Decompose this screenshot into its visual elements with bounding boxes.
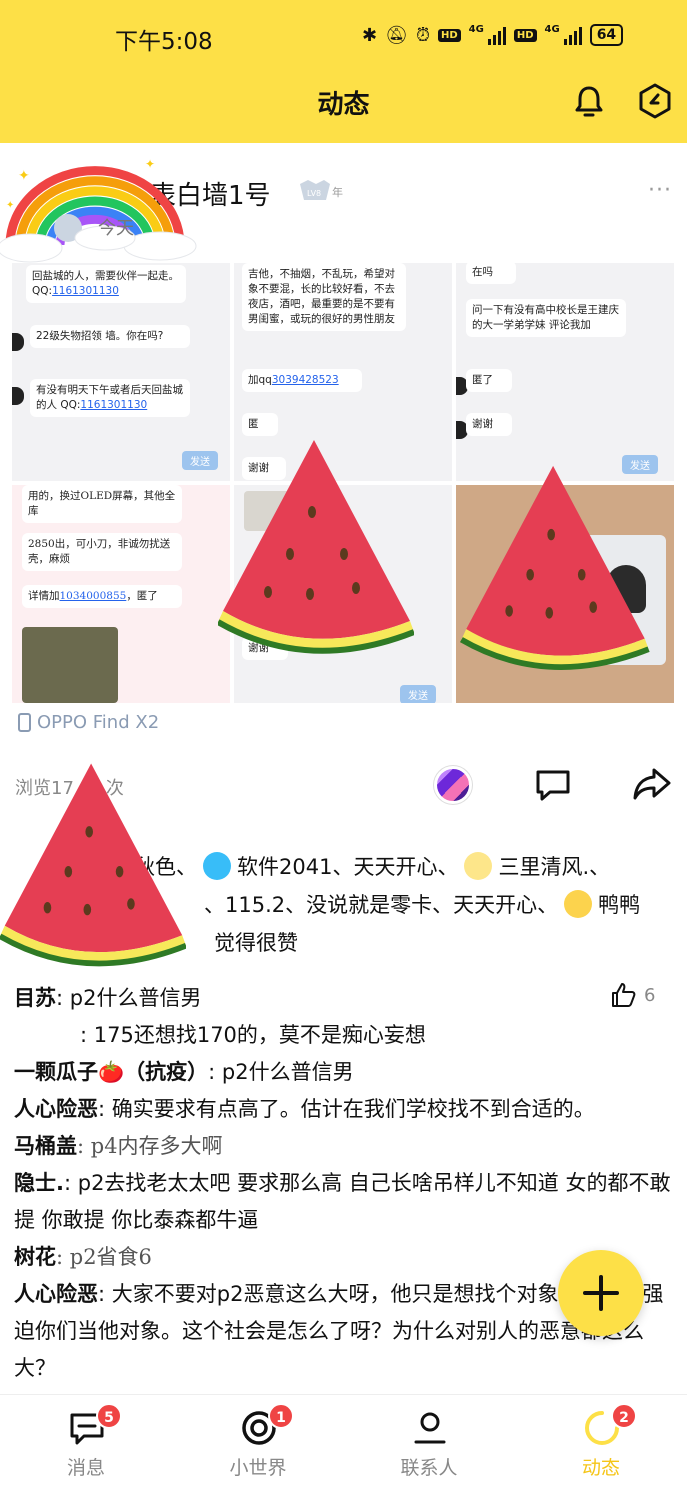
chat-bubble: 加qq3039428523 [242,369,362,392]
comment-item[interactable]: 马桶盖: p4内存多大啊 [14,1128,676,1165]
chat-bubble: 谢谢 [466,413,512,436]
post-image-4[interactable]: 用的，换过OLED屏幕，其他全库 2850出，可小刀，非诚勿扰送壳，麻烦 详情加… [12,485,230,703]
bluetooth-icon: ✱ [362,24,378,46]
bell-icon[interactable] [572,84,606,118]
send-button: 发送 [400,685,436,703]
post-image-3[interactable]: 在吗 问一下有没有高中校长是王建庆的大一学弟学妹 评论我加 匿了 谢谢 发送 [456,263,674,481]
signal-icon [487,25,506,45]
plus-icon [583,1275,619,1311]
chat-bubble: 匿 [242,413,278,436]
hexagon-check-icon[interactable] [638,83,672,119]
nav-contacts[interactable]: 联系人 [369,1395,489,1489]
status-icons: ✱ 🔕︎ ⏰︎ HD 4G HD 4G 64 [362,24,624,46]
app-header: 下午5:08 ✱ 🔕︎ ⏰︎ HD 4G HD 4G 64 动态 [0,0,687,143]
chat-bubble: 匿了 [466,369,512,392]
signal-icon-2 [563,25,582,45]
svg-text:LV8: LV8 [307,189,321,198]
avatar[interactable] [464,852,493,880]
watermelon-sticker [0,763,186,967]
chat-bubble: 在吗 [466,263,516,284]
chat-bubble: 回盐城的人，需要伙伴一起走。 QQ:1161301130 [26,265,186,303]
svg-text:年: 年 [332,185,343,199]
network-type: 4G [468,24,484,35]
nav-label: 消息 [66,1457,105,1479]
comment-item[interactable]: 目苏: p2什么普信男 [14,980,676,1017]
device-label: OPPO Find X2 [18,712,159,733]
comment-item[interactable]: : 175还想找170的，莫不是痴心妄想 [14,1017,676,1054]
nav-feed[interactable]: 2 动态 [541,1395,661,1489]
post-time: 今天 [98,218,134,239]
level-badge: LV8 年 [300,180,343,200]
comment-item[interactable]: 人心险恶: 确实要求有点高了。估计在我们学校找不到合适的。 [14,1091,676,1128]
alarm-icon: ⏰︎ [415,24,430,46]
chat-bubble: 2850出，可小刀，非诚勿扰送壳，麻烦 [22,533,182,571]
share-icon[interactable] [632,766,672,802]
unread-badge: 5 [96,1403,122,1429]
chat-bubble: 22级失物招领 墙。你在吗? [30,325,190,348]
new-post-button[interactable] [558,1250,644,1336]
comment-like[interactable]: 6 [610,982,655,1008]
thumbs-up-icon[interactable] [610,982,636,1008]
nav-label: 动态 [581,1457,620,1479]
svg-text:✦: ✦ [18,168,30,184]
contacts-icon [414,1412,446,1444]
svg-text:✦: ✦ [145,157,155,171]
comment-icon[interactable] [534,768,572,802]
nav-label: 联系人 [400,1457,458,1479]
watermelon-sticker [459,465,650,670]
chat-bubble: 吉他，不抽烟，不乱玩，希望对象不要混，长的比较好看，不去夜店，酒吧，最重要的是不… [242,263,406,331]
chat-bubble: 问一下有没有高中校长是王建庆的大一学弟学妹 评论我加 [466,299,626,337]
avatar[interactable] [203,852,231,880]
screen: 下午5:08 ✱ 🔕︎ ⏰︎ HD 4G HD 4G 64 动态 表白墙1号 ✦… [0,0,687,1489]
status-bar: 下午5:08 ✱ 🔕︎ ⏰︎ HD 4G HD 4G 64 [0,22,687,56]
chat-bubble: 有没有明天下午或者后天回盐城的人 QQ:1161301130 [30,379,190,417]
comment-item[interactable]: 隐士.: p2去找老太太吧 要求那么高 自己长啥吊样儿不知道 女的都不敢提 你敢… [14,1165,676,1239]
svg-text:✦: ✦ [6,200,14,211]
hd-badge-2: HD [513,28,537,42]
phone-icon [18,713,31,732]
nav-messages[interactable]: 5 消息 [26,1395,146,1489]
unread-badge: 1 [268,1403,294,1429]
nav-world[interactable]: 1 小世界 [198,1395,318,1489]
hd-badge: HD [438,28,461,42]
rainbow-avatar-frame[interactable]: ✦ ✦ ✦ [0,150,200,265]
chat-bubble: 用的，换过OLED屏幕，其他全库 [22,485,182,523]
post-image-1[interactable]: 回盐城的人，需要伙伴一起走。 QQ:1161301130 22级失物招领 墙。你… [12,263,230,481]
unread-badge: 2 [611,1403,637,1429]
chat-bubble: 详情加1034000855，匿了 [22,585,182,608]
product-photo [22,627,118,703]
more-options-icon[interactable]: ··· [648,178,672,203]
battery-icon: 64 [589,24,624,46]
nav-label: 小世界 [229,1457,287,1479]
silent-bell-icon: 🔕︎ [385,24,408,46]
watermelon-sticker [218,440,414,654]
avatar[interactable] [564,890,593,918]
network-type-2: 4G [544,24,560,35]
bottom-nav: 5 消息 1 小世界 联系人 2 动态 [0,1395,687,1489]
liker-avatar[interactable] [434,766,472,804]
comment-item[interactable]: 一颗瓜子🍅（抗疫）: p2什么普信男 [14,1054,676,1091]
status-time: 下午5:08 [115,29,213,55]
send-button: 发送 [182,451,218,470]
